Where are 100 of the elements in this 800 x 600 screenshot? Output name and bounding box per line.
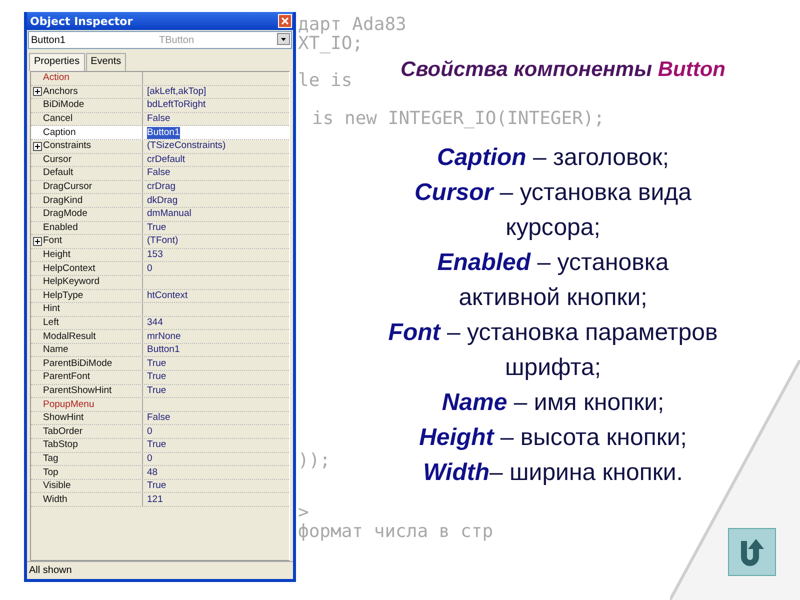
property-name: ParentShowHint xyxy=(42,384,112,397)
property-name: Constraints xyxy=(42,140,92,152)
property-value: 153 xyxy=(147,249,163,262)
property-row[interactable]: DragKind dkDrag xyxy=(31,194,289,208)
background-code-line: > xyxy=(298,502,309,523)
property-row[interactable]: TabStop True xyxy=(31,439,289,453)
property-row[interactable]: Caption Button1 xyxy=(31,126,289,140)
property-row[interactable]: Default False xyxy=(31,167,289,181)
property-value: False xyxy=(147,412,170,424)
property-name: TabStop xyxy=(42,439,78,452)
property-row[interactable]: Visible True xyxy=(31,480,289,494)
property-row[interactable]: Anchors [akLeft,akTop] xyxy=(31,86,289,100)
expand-icon[interactable] xyxy=(33,236,42,246)
property-value: True xyxy=(147,439,166,452)
property-row[interactable]: ParentFont True xyxy=(31,371,289,385)
expand-icon[interactable] xyxy=(33,142,42,151)
property-description: Enabled – установка активной кнопки; xyxy=(436,248,670,313)
property-name: DragMode xyxy=(42,208,88,220)
property-name: ShowHint xyxy=(42,412,84,424)
property-row[interactable]: ParentShowHint True xyxy=(31,384,289,398)
property-value: [akLeft,akTop] xyxy=(147,86,206,98)
property-row[interactable]: Hint xyxy=(31,303,289,317)
property-name: Default xyxy=(42,167,74,180)
property-row[interactable]: HelpType htContext xyxy=(31,290,289,304)
property-value: 0 xyxy=(147,426,152,438)
property-row[interactable]: HelpContext 0 xyxy=(31,262,289,276)
property-value: 0 xyxy=(147,262,152,275)
property-row[interactable]: DragCursor crDrag xyxy=(31,180,289,194)
tab[interactable]: Events xyxy=(86,53,126,71)
property-row[interactable]: ModalResult mrNone xyxy=(31,330,289,344)
property-row[interactable]: PopupMenu xyxy=(31,398,289,412)
property-name: BiDiMode xyxy=(42,99,84,112)
property-name: ModalResult xyxy=(42,330,96,343)
property-name: Name xyxy=(42,344,68,356)
property-value: (TSizeConstraints) xyxy=(147,140,226,152)
property-name: Enabled xyxy=(42,222,78,234)
property-description: Name – имя кнопки; xyxy=(442,388,664,418)
property-row[interactable]: Action xyxy=(31,72,289,86)
property-value: Button1 xyxy=(147,344,180,356)
property-name: Cancel xyxy=(42,113,73,126)
property-name: HelpKeyword xyxy=(42,276,100,288)
property-row[interactable]: ParentBiDiMode True xyxy=(31,357,289,372)
object-selector[interactable]: Button1 TButton xyxy=(28,31,292,49)
property-description: Width– ширина кнопки. xyxy=(423,458,683,488)
property-name: Cursor xyxy=(42,154,72,166)
property-row[interactable]: Top 48 xyxy=(31,466,289,480)
property-name: Top xyxy=(42,466,58,479)
property-value: mrNone xyxy=(147,330,181,343)
property-name: TabOrder xyxy=(42,426,83,438)
property-row[interactable]: TabOrder 0 xyxy=(31,425,289,440)
background-code-line: дарт Ada83 xyxy=(298,14,406,35)
background-code-line: формат числа в стр xyxy=(298,521,494,542)
property-row[interactable]: Left 344 xyxy=(31,316,289,330)
background-code-line: is new INTEGER_IO(INTEGER); xyxy=(312,108,605,129)
property-name: DragCursor xyxy=(42,181,92,194)
property-value: bdLeftToRight xyxy=(147,99,206,112)
property-description: Height – высота кнопки; xyxy=(419,423,687,453)
tab[interactable]: Properties xyxy=(29,53,85,71)
property-name: ParentBiDiMode xyxy=(42,358,112,370)
property-row[interactable]: Height 153 xyxy=(31,248,289,262)
background-code-line: )); xyxy=(298,450,331,471)
property-name: Caption xyxy=(42,126,76,139)
property-name: ParentFont xyxy=(42,371,90,384)
property-row[interactable]: HelpKeyword xyxy=(31,276,289,290)
property-row[interactable]: Font (TFont) xyxy=(31,235,289,249)
property-name: Width xyxy=(42,494,68,506)
return-button[interactable] xyxy=(728,528,776,576)
background-code-line: XT_IO; xyxy=(298,33,364,54)
property-value: True xyxy=(147,358,166,370)
property-name: Hint xyxy=(42,303,60,316)
property-name: HelpType xyxy=(42,290,84,302)
property-row[interactable]: DragMode dmManual xyxy=(31,208,289,222)
property-name: Left xyxy=(42,316,59,329)
property-value: htContext xyxy=(147,290,188,302)
property-row[interactable]: Width 121 xyxy=(31,493,289,507)
property-value: crDrag xyxy=(147,181,176,194)
property-name: PopupMenu xyxy=(42,398,94,411)
property-row[interactable]: Tag 0 xyxy=(31,452,289,466)
property-name: Font xyxy=(42,235,62,248)
close-icon[interactable] xyxy=(278,14,292,28)
property-name: Tag xyxy=(42,452,58,465)
expand-icon[interactable] xyxy=(33,87,42,96)
property-value: True xyxy=(147,371,166,384)
slide-title: Свойства компоненты Button xyxy=(400,58,726,82)
property-row[interactable]: Name Button1 xyxy=(31,344,289,358)
property-value: crDefault xyxy=(147,154,186,166)
property-name: Action xyxy=(42,72,70,84)
property-value: Button1 xyxy=(147,126,180,139)
window-title: Object Inspector xyxy=(30,14,133,28)
property-value: 121 xyxy=(147,494,163,506)
property-name: HelpContext xyxy=(42,262,96,275)
property-name: Height xyxy=(42,249,70,262)
property-value: True xyxy=(147,222,166,234)
property-row[interactable]: Constraints (TSizeConstraints) xyxy=(31,140,289,154)
property-description: Cursor – установка вида курсора; xyxy=(413,178,693,243)
property-row[interactable]: Enabled True xyxy=(31,222,289,236)
property-value: dkDrag xyxy=(147,194,178,207)
property-row[interactable]: ShowHint False xyxy=(31,412,289,426)
property-row[interactable]: Cursor crDefault xyxy=(31,154,289,168)
property-row[interactable]: BiDiMode bdLeftToRight xyxy=(31,99,289,113)
